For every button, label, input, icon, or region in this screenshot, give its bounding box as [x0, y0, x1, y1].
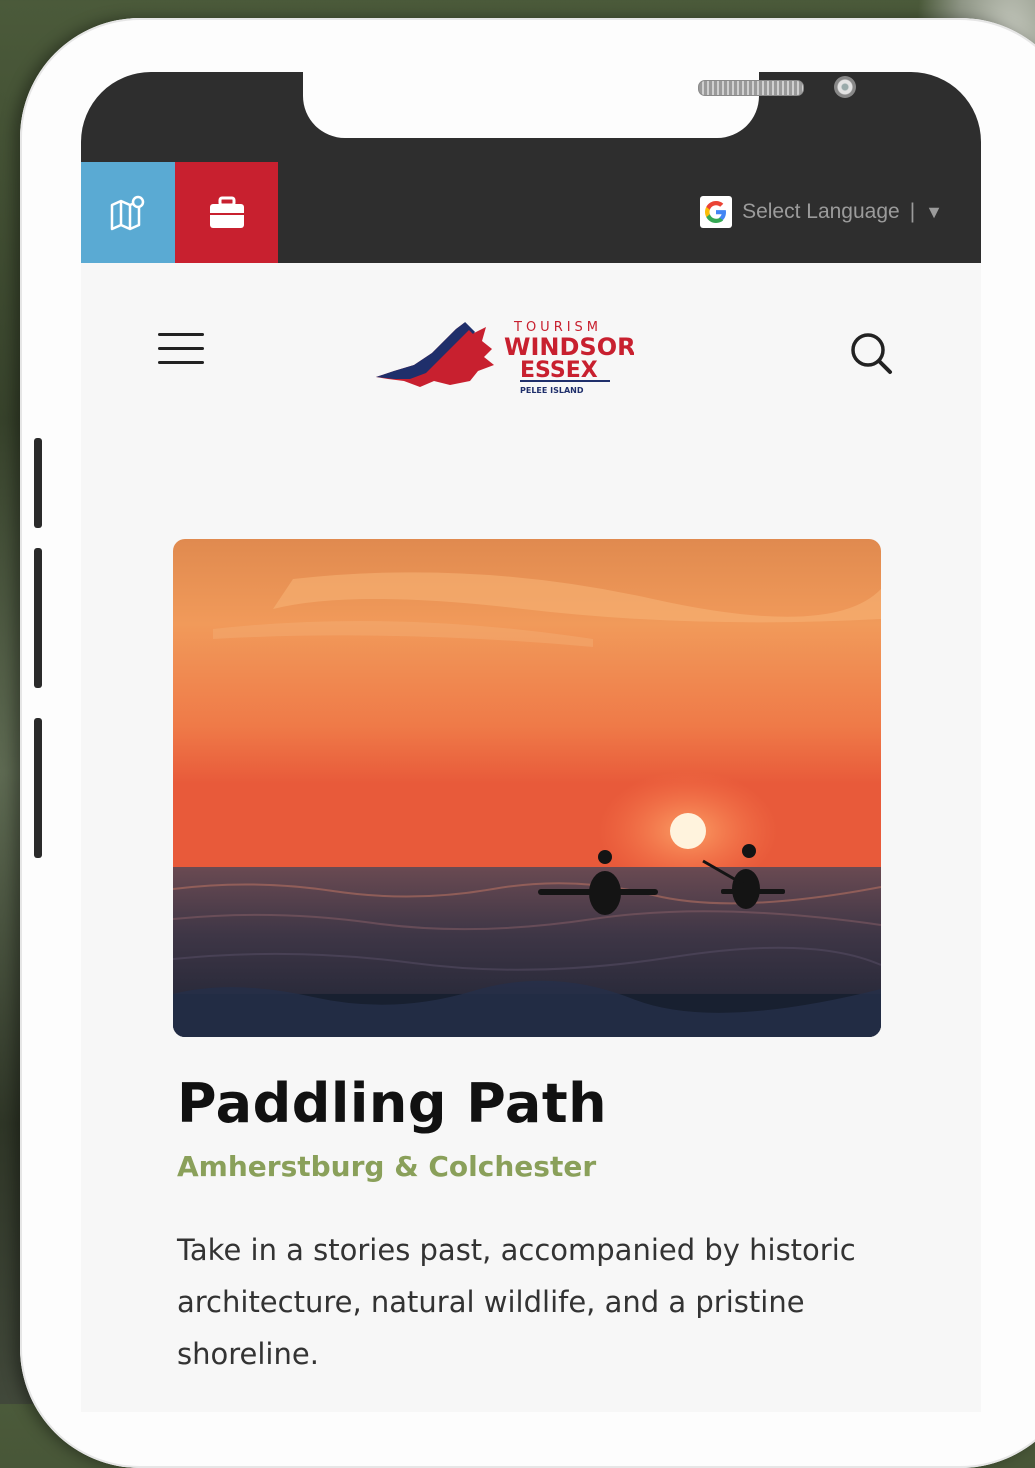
logo-line4: PELEE ISLAND: [520, 386, 584, 395]
site-header: TOURISM WINDSOR ESSEX PELEE ISLAND: [81, 263, 981, 433]
language-selector[interactable]: Select Language | ▼: [700, 196, 943, 228]
utility-bar: Select Language | ▼: [81, 162, 981, 263]
map-pin-icon: [110, 195, 145, 230]
logo-line2: WINDSOR: [504, 333, 634, 361]
phone-screen: Select Language | ▼ TOURISM WINDSOR ESSE…: [81, 72, 981, 1412]
card-image[interactable]: [173, 539, 881, 1037]
card-title[interactable]: Paddling Path: [177, 1072, 607, 1135]
speaker-grille: [698, 80, 804, 96]
logo-mark: TOURISM WINDSOR ESSEX PELEE ISLAND: [376, 320, 636, 395]
camera-lens: [834, 76, 856, 98]
card-description: Take in a stories past, accompanied by h…: [177, 1233, 856, 1371]
google-g-icon: [700, 196, 733, 228]
card-location: Amherstburg & Colchester: [177, 1150, 597, 1183]
logo-line3: ESSEX: [520, 358, 598, 383]
site-logo[interactable]: TOURISM WINDSOR ESSEX PELEE ISLAND: [374, 315, 636, 399]
language-separator: |: [909, 200, 916, 223]
language-label: Select Language: [742, 200, 900, 223]
map-button[interactable]: [81, 162, 175, 263]
volume-button: [34, 548, 42, 688]
notch: [303, 72, 856, 138]
briefcase-button[interactable]: [175, 162, 278, 263]
menu-icon[interactable]: [158, 333, 204, 365]
volume-button: [34, 438, 42, 528]
chevron-down-icon: ▼: [925, 201, 943, 222]
side-button: [34, 718, 42, 858]
briefcase-icon: [209, 196, 244, 228]
search-icon[interactable]: [849, 331, 893, 379]
